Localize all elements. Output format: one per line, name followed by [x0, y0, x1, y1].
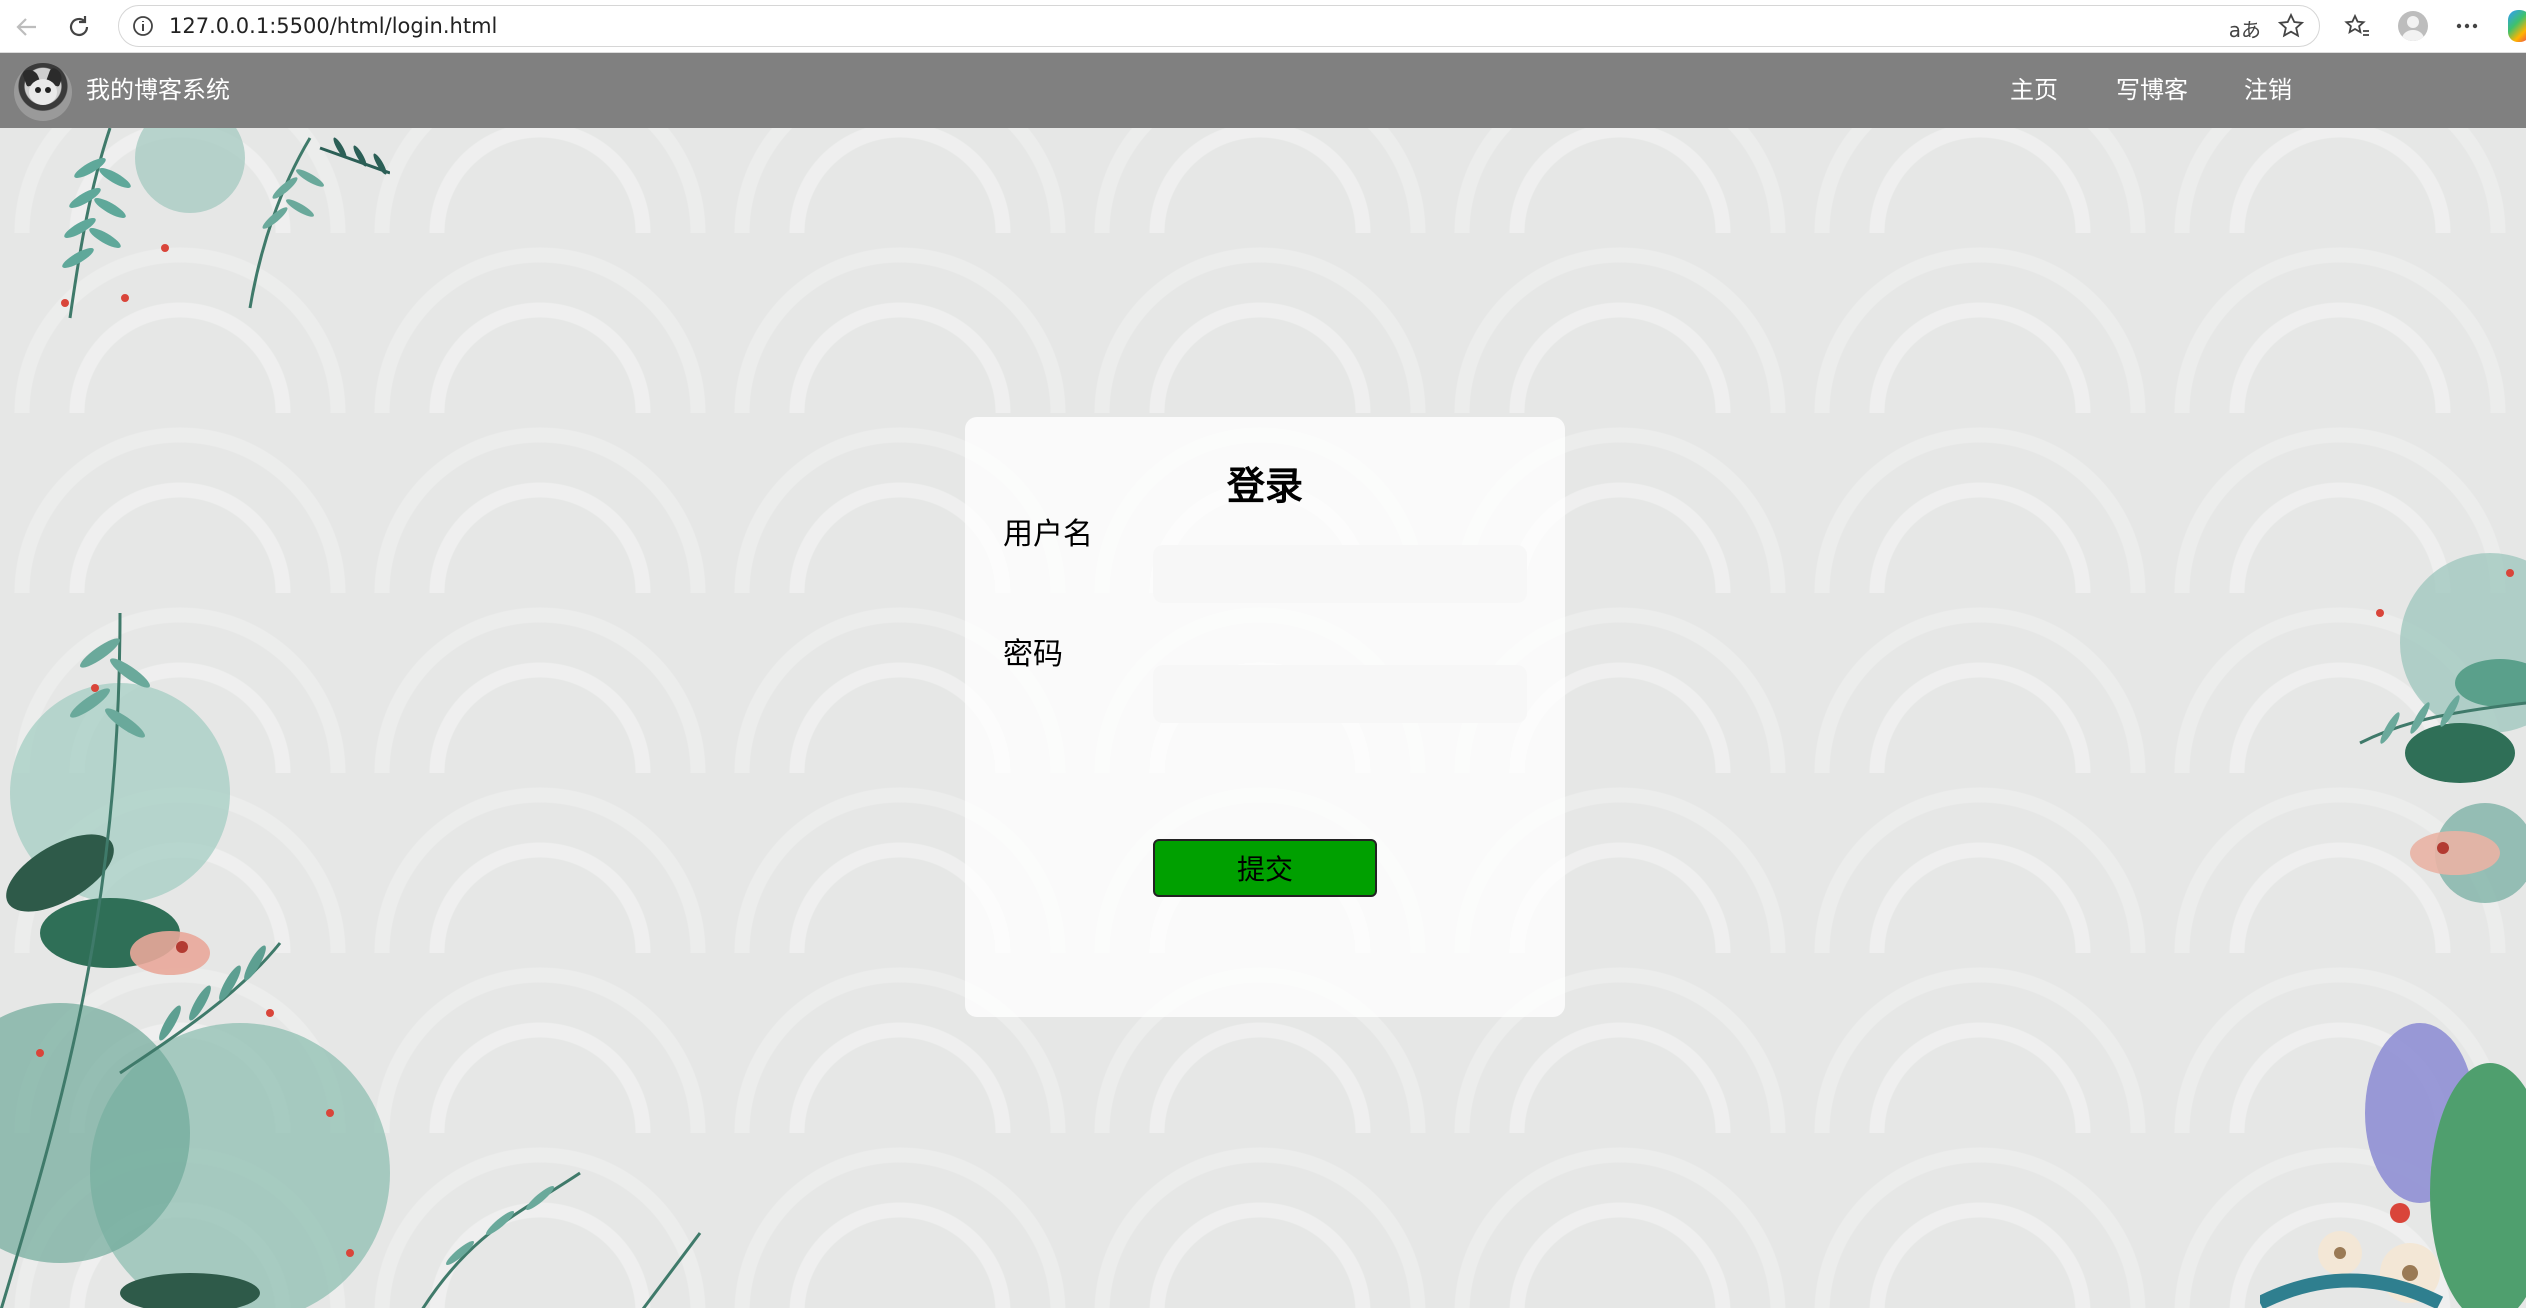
back-icon[interactable]: [10, 10, 44, 44]
page-background: 我的博客系统 主页 写博客 注销 登录 用户名 密码 提交: [0, 53, 2526, 1308]
site-header: 我的博客系统 主页 写博客 注销: [0, 53, 2526, 128]
password-input[interactable]: [1153, 665, 1527, 723]
username-input[interactable]: [1153, 545, 1527, 603]
plant-decoration-right: [2260, 553, 2526, 1308]
nav-link-logout[interactable]: 注销: [2244, 53, 2292, 128]
nav-link-write-blog[interactable]: 写博客: [2116, 53, 2188, 128]
plant-decoration-bottom-left: [0, 613, 702, 1308]
username-label: 用户名: [1003, 517, 1093, 552]
nav-link-home[interactable]: 主页: [2010, 53, 2058, 128]
favorites-icon[interactable]: [2340, 9, 2374, 43]
refresh-icon[interactable]: [62, 10, 96, 44]
info-icon[interactable]: [131, 14, 155, 38]
copilot-icon[interactable]: [2508, 10, 2526, 42]
plant-decoration-top-left: [61, 128, 390, 319]
url-text[interactable]: 127.0.0.1:5500/html/login.html: [169, 6, 497, 46]
login-title: 登录: [1226, 464, 1303, 508]
avatar-logo[interactable]: [14, 63, 72, 121]
favorite-star-icon[interactable]: [2277, 12, 2305, 44]
address-bar[interactable]: 127.0.0.1:5500/html/login.html aあ: [118, 5, 2320, 47]
more-icon[interactable]: [2450, 9, 2484, 43]
site-title: 我的博客系统: [86, 76, 230, 104]
password-label: 密码: [1003, 637, 1063, 672]
submit-button[interactable]: 提交: [1153, 839, 1377, 897]
profile-icon[interactable]: [2396, 9, 2430, 43]
login-card: 登录 用户名 密码 提交: [965, 417, 1565, 1017]
read-aloud-icon[interactable]: aあ: [2229, 14, 2261, 43]
browser-toolbar: 127.0.0.1:5500/html/login.html aあ: [0, 0, 2526, 53]
